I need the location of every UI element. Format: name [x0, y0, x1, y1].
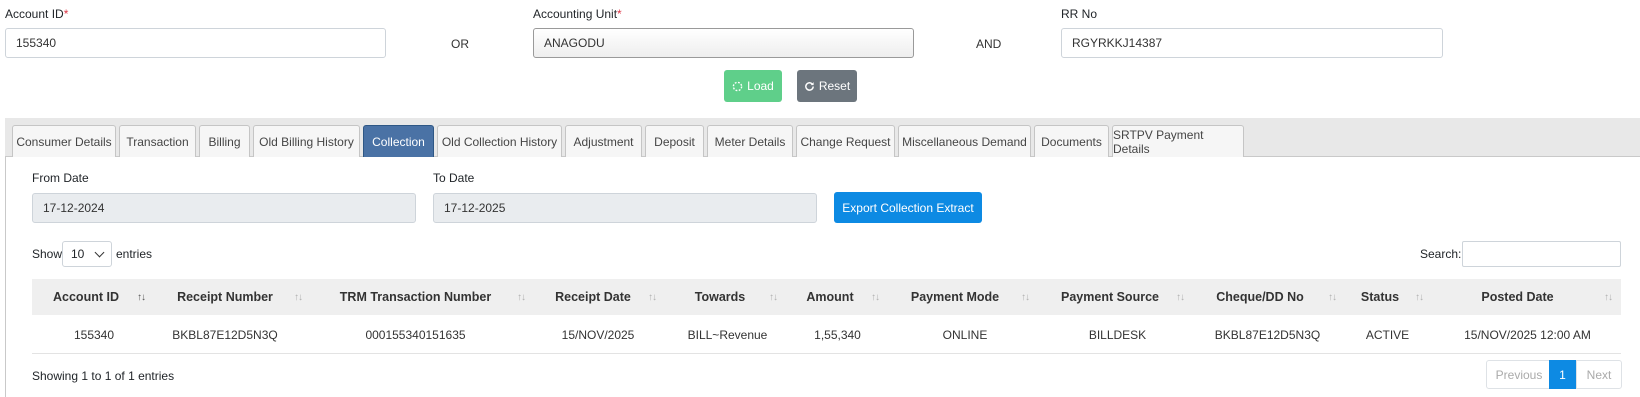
column-header-amount[interactable]: Amount: [790, 279, 870, 315]
column-header-receipt-date[interactable]: Receipt Date: [538, 279, 648, 315]
table-info: Showing 1 to 1 of 1 entries: [32, 369, 175, 383]
page-size-select[interactable]: 10: [62, 241, 112, 267]
row-divider: [32, 353, 1621, 354]
accounting-unit-select[interactable]: ANAGODU: [533, 28, 914, 58]
tab-miscellaneous-demand[interactable]: Miscellaneous Demand: [898, 125, 1031, 157]
column-header-towards[interactable]: Towards: [670, 279, 770, 315]
page-size-value: 10: [71, 247, 85, 261]
sort-icon: ↑↓: [1604, 292, 1613, 303]
page-1-button[interactable]: 1: [1549, 360, 1576, 389]
column-header-receipt-number[interactable]: Receipt Number: [150, 279, 300, 315]
show-label: Show: [32, 247, 63, 261]
account-id-label: Account ID*: [5, 7, 69, 21]
reset-button[interactable]: Reset: [797, 70, 857, 102]
sort-icon: ↑↓: [1176, 292, 1185, 303]
rr-no-input[interactable]: RGYRKKJ14387: [1061, 28, 1443, 58]
sort-icon: ↑↓: [769, 292, 778, 303]
to-date-label: To Date: [433, 171, 475, 185]
sort-icon: ↑↓: [648, 292, 657, 303]
sort-icon: ↑↓: [517, 292, 526, 303]
previous-page-button[interactable]: Previous: [1486, 360, 1552, 389]
to-date-input[interactable]: 17-12-2025: [433, 193, 817, 223]
cell-payment-source: BILLDESK: [1088, 328, 1147, 342]
or-text: OR: [451, 37, 469, 51]
rr-no-label: RR No: [1061, 7, 1098, 21]
tab-documents[interactable]: Documents: [1034, 125, 1109, 157]
tab-collection[interactable]: Collection: [363, 125, 434, 157]
tab-deposit[interactable]: Deposit: [645, 125, 704, 157]
cell-account-id: 155340: [73, 328, 115, 342]
and-text: AND: [976, 37, 1002, 51]
tab-billing[interactable]: Billing: [199, 125, 250, 157]
from-date-label: From Date: [32, 171, 89, 185]
tab-old-collection-history[interactable]: Old Collection History: [437, 125, 562, 157]
sort-icon: ↑↓: [871, 292, 880, 303]
column-header-trm-transaction-number[interactable]: TRM Transaction Number: [318, 279, 513, 315]
sort-icon: ↑↓: [1328, 292, 1337, 303]
column-header-status[interactable]: Status: [1350, 279, 1410, 315]
cell-receipt-date: 15/NOV/2025: [561, 328, 635, 342]
column-header-posted-date[interactable]: Posted Date: [1440, 279, 1595, 315]
entries-label: entries: [116, 247, 153, 261]
accounting-unit-label: Accounting Unit*: [533, 7, 622, 21]
from-date-input[interactable]: 17-12-2024: [32, 193, 416, 223]
tab-transaction[interactable]: Transaction: [119, 125, 196, 157]
sort-icon: ↑↓: [1021, 292, 1030, 303]
sort-icon: ↑↓: [294, 292, 303, 303]
refresh-icon: [804, 81, 814, 91]
search-input[interactable]: [1462, 241, 1621, 267]
tab-adjustment[interactable]: Adjustment: [565, 125, 642, 157]
cell-towards: BILL~Revenue: [687, 328, 768, 342]
next-page-button[interactable]: Next: [1576, 360, 1622, 389]
search-label: Search:: [1420, 247, 1462, 261]
cell-posted-date: 15/NOV/2025 12:00 AM: [1464, 328, 1591, 342]
column-header-payment-source[interactable]: Payment Source: [1040, 279, 1180, 315]
cell-receipt-number: BKBL87E12D5N3Q: [172, 328, 278, 342]
cell-trm-transaction-number: 000155340151635: [365, 328, 466, 342]
cell-status: ACTIVE: [1365, 328, 1410, 342]
tab-change-request[interactable]: Change Request: [796, 125, 895, 157]
column-header-payment-mode[interactable]: Payment Mode: [895, 279, 1015, 315]
tabs-panel: [5, 118, 1640, 397]
sort-icon: ↑↓: [1415, 292, 1424, 303]
load-button[interactable]: Load: [724, 70, 782, 102]
tab-srtpv-payment-details[interactable]: SRTPV Payment Details: [1112, 125, 1244, 157]
chevron-down-icon: [94, 247, 105, 258]
tab-meter-details[interactable]: Meter Details: [707, 125, 793, 157]
export-collection-extract-button[interactable]: Export Collection Extract: [834, 192, 982, 223]
tab-old-billing-history[interactable]: Old Billing History: [253, 125, 360, 157]
column-header-cheque-dd-no[interactable]: Cheque/DD No: [1195, 279, 1325, 315]
load-label: Load: [747, 79, 774, 93]
account-id-input[interactable]: 155340: [5, 28, 386, 58]
cell-payment-mode: ONLINE: [942, 328, 988, 342]
cell-cheque-dd-no: BKBL87E12D5N3Q: [1214, 328, 1321, 342]
spinner-icon: [732, 81, 743, 91]
sort-icon: ↑↓: [137, 292, 146, 303]
cell-amount: 1,55,340: [814, 328, 861, 342]
column-header-account-id[interactable]: Account ID: [32, 279, 140, 315]
reset-label: Reset: [818, 79, 851, 93]
tab-consumer-details[interactable]: Consumer Details: [12, 125, 116, 157]
